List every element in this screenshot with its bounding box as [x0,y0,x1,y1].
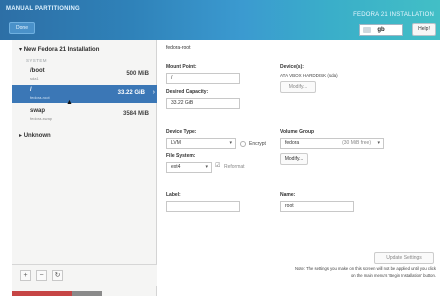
name-field-label: Name: [280,192,296,198]
page-title: MANUAL PARTITIONING [6,6,80,12]
warning-strip [12,291,72,296]
dropdown-arrow-icon: ▾ [229,140,232,146]
settings-note: Note: The settings you make on this scre… [295,266,436,278]
mount-point-label: Mount Point: [166,64,197,70]
partition-name: / [30,87,32,93]
remove-partition-button[interactable]: − [36,270,47,281]
partition-size: 33.22 GiB [117,90,145,96]
modify-devices-button[interactable]: Modify... [280,81,316,93]
reformat-label: Reformat [224,164,245,170]
label-field-label: Label: [166,192,181,198]
partition-name: swap [30,108,46,114]
reformat-checkbox[interactable]: ☑ [215,162,220,169]
volume-group-select[interactable]: fedora (30 MiB free) ▾ [280,138,384,149]
devices-value: ATA VBOX HARDDISK (sda) [280,73,338,78]
partition-list-panel: ▾ New Fedora 21 Installation SYSTEM /boo… [12,40,157,296]
update-settings-button[interactable]: Update Settings [374,252,434,264]
name-field[interactable]: root [280,201,354,212]
unknown-label: Unknown [23,133,51,139]
distro-title: FEDORA 21 INSTALLATION [353,12,434,18]
add-partition-button[interactable]: + [20,270,31,281]
selected-device-path: fedora-root [166,45,191,51]
device-type-select[interactable]: LVM ▾ [166,138,236,149]
encrypt-checkbox[interactable] [240,141,246,147]
top-header-bar: MANUAL PARTITIONING Done FEDORA 21 INSTA… [0,0,440,40]
partition-device: fedora-root [30,95,50,100]
partition-toolbar: + − ↻ [12,264,157,286]
partition-size: 3584 MiB [122,111,149,117]
system-section-label: SYSTEM [26,58,47,63]
chevron-right-icon: › [152,89,155,96]
device-type-label: Device Type: [166,129,197,135]
volume-group-label: Volume Group [280,129,315,135]
dropdown-arrow-icon: ▾ [205,164,208,170]
volume-group-free: (30 MiB free) [342,140,371,146]
installation-title: New Fedora 21 Installation [23,47,100,53]
partition-size: 500 MiB [126,71,149,77]
label-field[interactable] [166,201,240,212]
bottom-summary-strip [12,291,102,296]
mount-point-field[interactable]: / [166,73,240,84]
partition-row-root[interactable]: / fedora-root 33.22 GiB › [12,85,157,103]
done-button[interactable]: Done [9,22,35,34]
partition-row-swap[interactable]: swap fedora-swap 3584 MiB [12,106,157,124]
modify-volume-group-button[interactable]: Modify... [280,153,308,165]
keyboard-layout-label: gb [377,27,385,33]
help-button[interactable]: Help! [412,23,436,36]
mouse-pointer-icon: ▲ [66,99,73,106]
refresh-button[interactable]: ↻ [52,270,63,281]
partition-device: sda1 [30,76,39,81]
keyboard-layout-indicator[interactable]: gb [359,24,403,36]
file-system-select[interactable]: ext4 ▾ [166,162,212,173]
file-system-value: ext4 [171,164,181,170]
device-type-value: LVM [171,140,181,146]
desired-capacity-label: Desired Capacity: [166,89,209,95]
encrypt-label: Encrypt [249,141,266,147]
volume-group-value: fedora [285,140,300,146]
dropdown-arrow-icon: ▾ [377,140,380,146]
devices-label: Device(s): [280,64,304,70]
installation-expander[interactable]: ▾ New Fedora 21 Installation [19,46,99,53]
partition-name: /boot [30,68,45,74]
partition-device: fedora-swap [30,116,53,121]
unknown-expander[interactable]: ▸ Unknown [19,132,51,139]
partition-row-boot[interactable]: /boot sda1 500 MiB [12,66,157,84]
file-system-label: File System: [166,153,196,159]
desired-capacity-field[interactable]: 33.22 GiB [166,98,240,109]
